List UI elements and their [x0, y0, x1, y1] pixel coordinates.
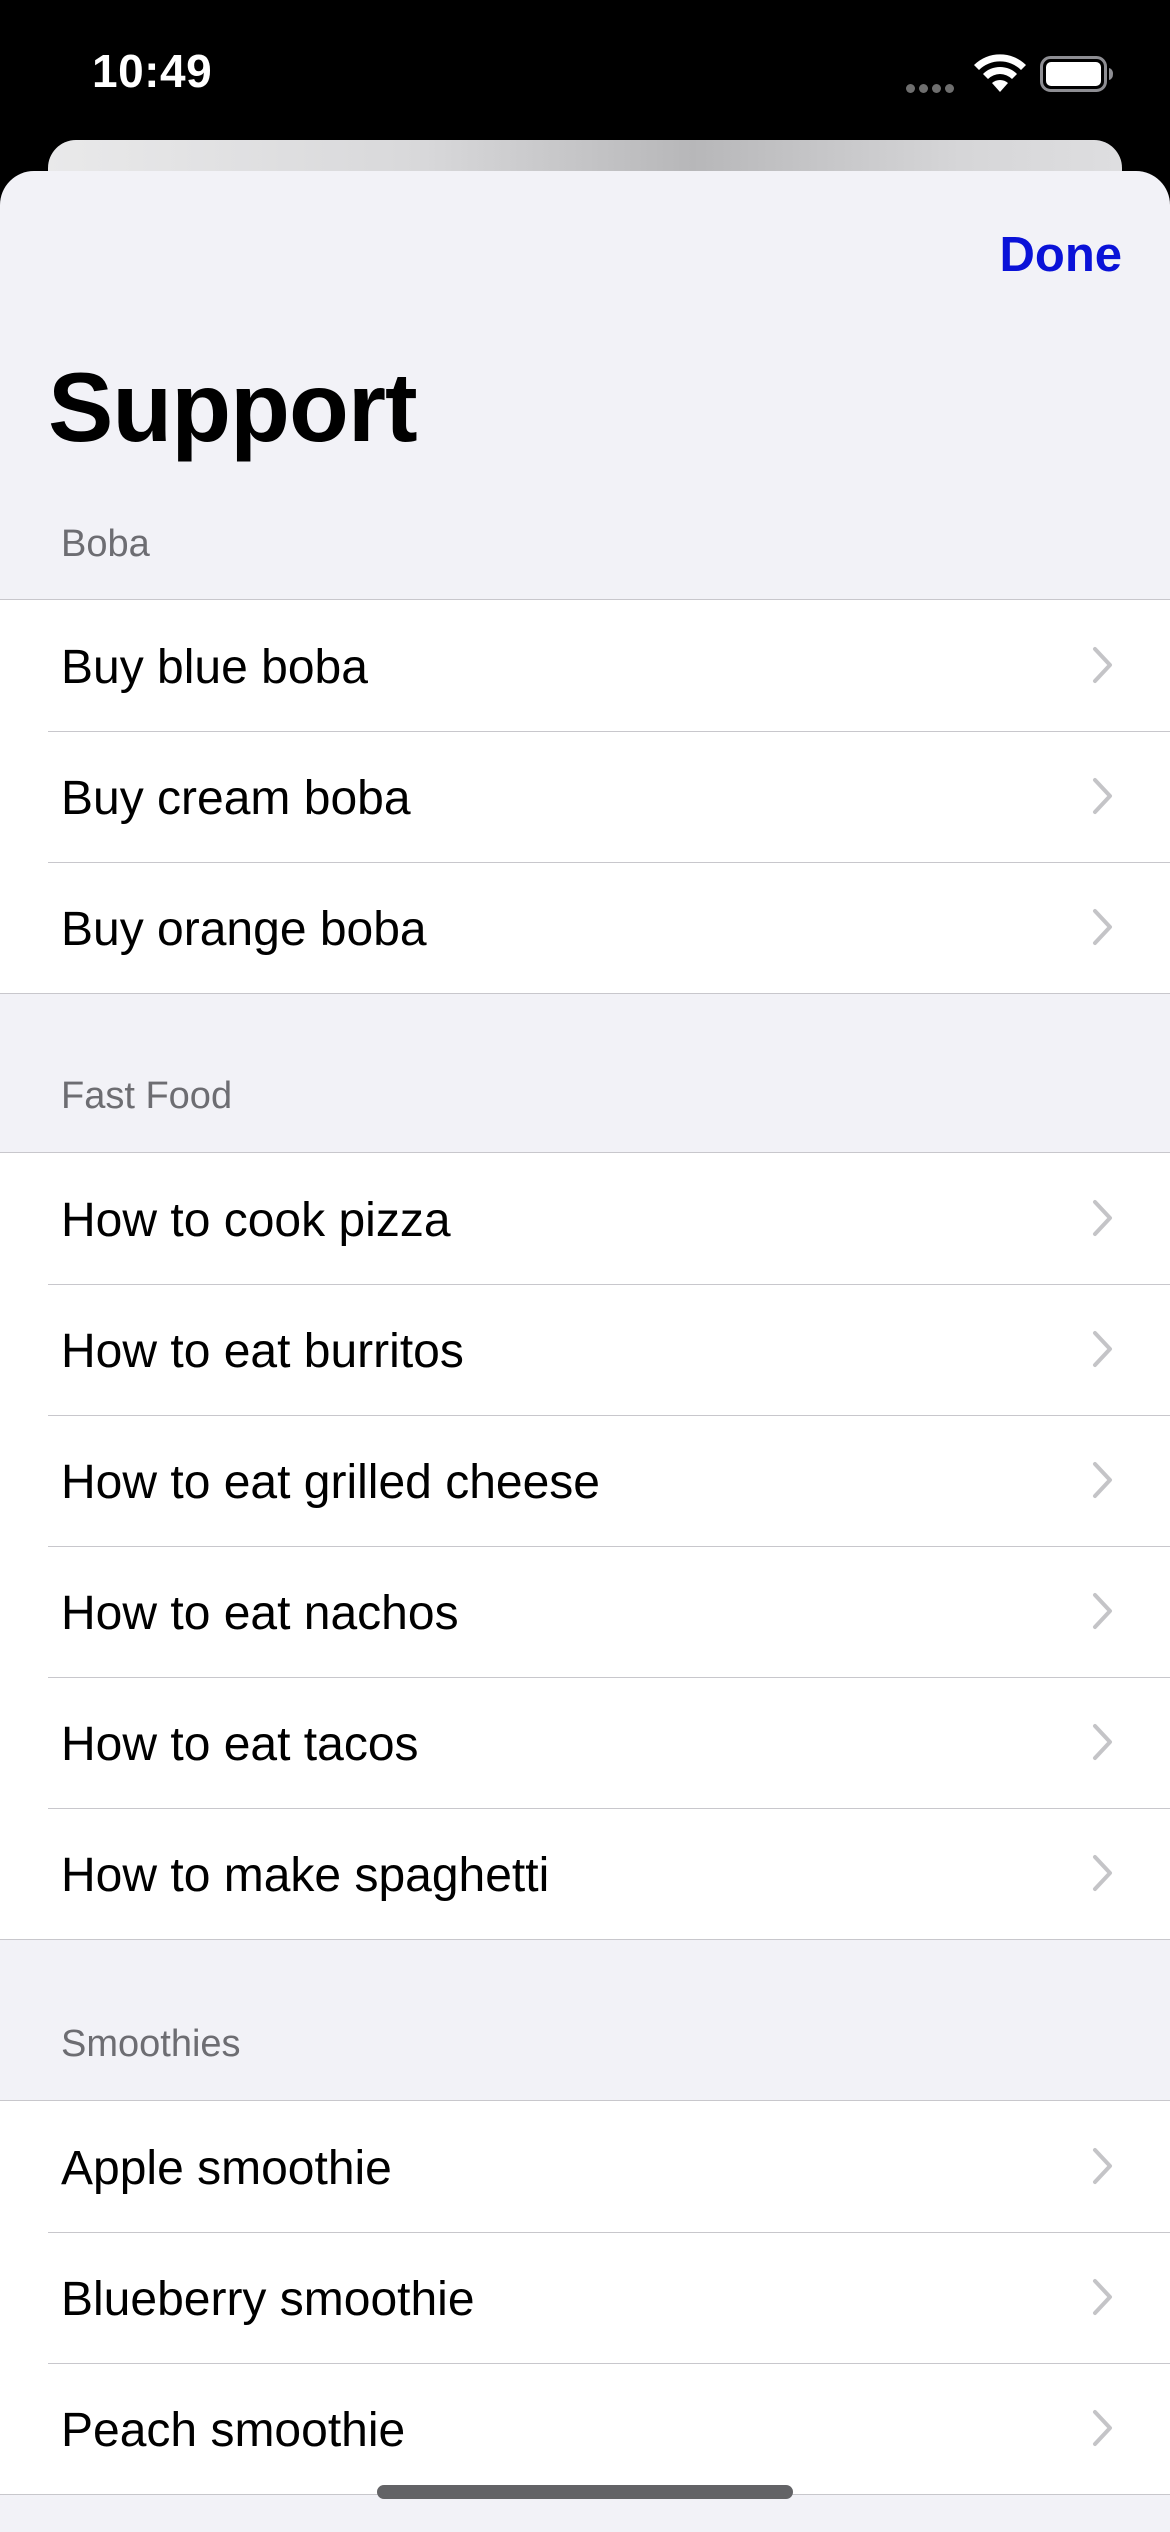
section-group-boba: Buy blue boba Buy cream boba Buy orange … [0, 599, 1170, 994]
list-item[interactable]: Apple smoothie [0, 2101, 1170, 2232]
list-item-label: Buy blue boba [61, 641, 368, 694]
page-title: Support [48, 352, 418, 462]
chevron-right-icon [1093, 2410, 1112, 2446]
list-item-label: Buy orange boba [61, 903, 427, 956]
section-group-fast-food: How to cook pizza How to eat burritos Ho… [0, 1152, 1170, 1940]
list-item[interactable]: How to eat burritos [0, 1284, 1170, 1415]
section-group-smoothies: Apple smoothie Blueberry smoothie Peach … [0, 2100, 1170, 2495]
list-item[interactable]: Buy blue boba [0, 600, 1170, 731]
list-item[interactable]: Buy cream boba [0, 731, 1170, 862]
list-item-label: How to eat nachos [61, 1587, 459, 1640]
list-item[interactable]: Peach smoothie [0, 2363, 1170, 2494]
list-item-label: How to eat grilled cheese [61, 1456, 600, 1509]
list-item[interactable]: How to eat grilled cheese [0, 1415, 1170, 1546]
chevron-right-icon [1093, 1855, 1112, 1891]
battery-icon [1040, 56, 1113, 92]
list-item-label: Peach smoothie [61, 2404, 406, 2457]
list-item[interactable]: How to eat tacos [0, 1677, 1170, 1808]
list-item[interactable]: Blueberry smoothie [0, 2232, 1170, 2363]
section-header-fast-food: Fast Food [61, 1075, 233, 1117]
list-item[interactable]: How to cook pizza [0, 1153, 1170, 1284]
chevron-right-icon [1093, 647, 1112, 683]
chevron-right-icon [1093, 1593, 1112, 1629]
list-item-label: How to cook pizza [61, 1194, 451, 1247]
list-item-label: How to eat tacos [61, 1718, 419, 1771]
chevron-right-icon [1093, 1724, 1112, 1760]
wifi-icon [974, 54, 1026, 92]
section-header-smoothies: Smoothies [61, 2023, 241, 2065]
cellular-signal-icon [906, 80, 960, 93]
list-item[interactable]: How to make spaghetti [0, 1808, 1170, 1939]
chevron-right-icon [1093, 2279, 1112, 2315]
support-sheet: Done Support Boba Buy blue boba Buy crea… [0, 171, 1170, 2532]
chevron-right-icon [1093, 1200, 1112, 1236]
chevron-right-icon [1093, 2148, 1112, 2184]
chevron-right-icon [1093, 909, 1112, 945]
list-item[interactable]: How to eat nachos [0, 1546, 1170, 1677]
status-time: 10:49 [92, 45, 213, 97]
list-item-label: Apple smoothie [61, 2142, 392, 2195]
list-item-label: Blueberry smoothie [61, 2273, 475, 2326]
list-item-label: Buy cream boba [61, 772, 411, 825]
list-item-label: How to make spaghetti [61, 1849, 550, 1902]
chevron-right-icon [1093, 1331, 1112, 1367]
home-indicator[interactable] [377, 2485, 793, 2499]
list-item[interactable]: Buy orange boba [0, 862, 1170, 993]
done-button[interactable]: Done [1000, 227, 1123, 283]
section-header-boba: Boba [61, 523, 150, 565]
status-bar: 10:49 [0, 0, 1170, 150]
chevron-right-icon [1093, 1462, 1112, 1498]
chevron-right-icon [1093, 778, 1112, 814]
list-item-label: How to eat burritos [61, 1325, 464, 1378]
